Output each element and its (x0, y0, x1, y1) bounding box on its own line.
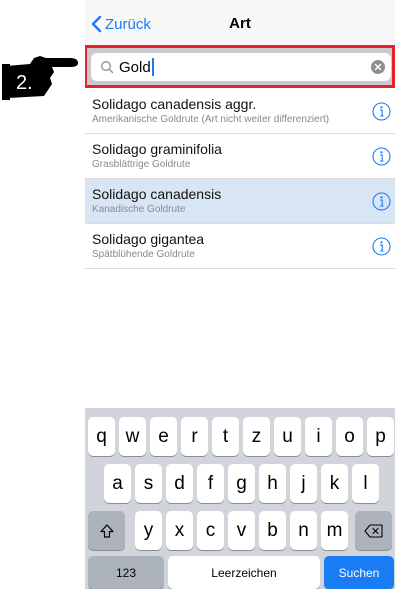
key-k[interactable]: k (321, 464, 348, 503)
item-subtitle: Kanadische Goldrute (92, 204, 186, 215)
phone-screen: Zurück Art Gold Solidago canadensis aggr… (85, 0, 395, 589)
shift-key[interactable] (88, 511, 125, 550)
key-t[interactable]: t (212, 417, 239, 456)
key-j[interactable]: j (290, 464, 317, 503)
on-screen-keyboard: q w e r t z u i o p a s d f g h j k l y … (85, 408, 395, 589)
list-item[interactable]: Solidago canadensis aggr. Amerikanische … (85, 89, 395, 134)
item-title: Solidago gigantea (92, 231, 205, 247)
key-b[interactable]: b (259, 511, 286, 550)
item-subtitle: Amerikanische Goldrute (Art nicht weiter… (92, 114, 330, 125)
item-subtitle: Grasblättrige Goldrute (92, 159, 191, 170)
item-title: Solidago canadensis aggr. (92, 96, 257, 112)
pointing-hand-icon (2, 56, 78, 100)
key-i[interactable]: i (305, 417, 332, 456)
annotation-step-label: 2. (16, 72, 33, 94)
key-v[interactable]: v (228, 511, 255, 550)
key-n[interactable]: n (290, 511, 317, 550)
page-title: Art (229, 15, 251, 32)
search-input[interactable]: Gold (91, 53, 391, 81)
key-f[interactable]: f (197, 464, 224, 503)
item-title: Solidago canadensis (92, 186, 222, 202)
space-key[interactable]: Leerzeichen (168, 556, 320, 589)
info-icon[interactable] (372, 102, 391, 121)
backspace-icon (363, 523, 383, 538)
key-m[interactable]: m (321, 511, 348, 550)
clear-icon[interactable] (371, 60, 385, 74)
item-title: Solidago graminifolia (92, 141, 222, 157)
navigation-bar: Zurück Art (85, 0, 395, 46)
shift-icon (99, 523, 114, 538)
search-value: Gold (119, 58, 151, 76)
info-icon[interactable] (372, 237, 391, 256)
key-p[interactable]: p (367, 417, 394, 456)
key-x[interactable]: x (166, 511, 193, 550)
key-s[interactable]: s (135, 464, 162, 503)
key-l[interactable]: l (352, 464, 379, 503)
search-icon (101, 61, 114, 74)
key-g[interactable]: g (228, 464, 255, 503)
key-o[interactable]: o (336, 417, 363, 456)
key-w[interactable]: w (119, 417, 146, 456)
key-u[interactable]: u (274, 417, 301, 456)
info-icon[interactable] (372, 147, 391, 166)
search-key[interactable]: Suchen (324, 556, 394, 589)
key-d[interactable]: d (166, 464, 193, 503)
delete-key[interactable] (355, 511, 392, 550)
list-item-selected[interactable]: Solidago canadensis Kanadische Goldrute (85, 179, 395, 224)
info-icon[interactable] (372, 192, 391, 211)
text-caret (151, 58, 154, 76)
key-c[interactable]: c (197, 511, 224, 550)
key-h[interactable]: h (259, 464, 286, 503)
result-list: Solidago canadensis aggr. Amerikanische … (85, 89, 395, 269)
annotation-pointer (0, 50, 86, 102)
key-z[interactable]: z (243, 417, 270, 456)
item-subtitle: Spätblühende Goldrute (92, 249, 195, 260)
list-item[interactable]: Solidago gigantea Spätblühende Goldrute (85, 224, 395, 269)
key-a[interactable]: a (104, 464, 131, 503)
key-r[interactable]: r (181, 417, 208, 456)
numbers-key[interactable]: 123 (88, 556, 164, 589)
list-item[interactable]: Solidago graminifolia Grasblättrige Gold… (85, 134, 395, 179)
key-q[interactable]: q (88, 417, 115, 456)
key-y[interactable]: y (135, 511, 162, 550)
key-e[interactable]: e (150, 417, 177, 456)
